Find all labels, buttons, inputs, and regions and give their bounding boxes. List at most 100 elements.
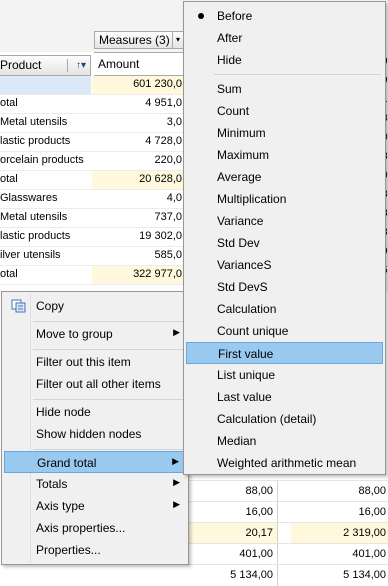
menu-label: Copy bbox=[36, 299, 65, 313]
row-value: 601 230,0 bbox=[133, 78, 182, 90]
submenu-item-median[interactable]: Median bbox=[186, 430, 383, 452]
submenu-label: Std DevS bbox=[217, 280, 268, 294]
row-label: orcelain products bbox=[0, 154, 84, 166]
submenu-item-multiplication[interactable]: Multiplication bbox=[186, 188, 383, 210]
table-row[interactable]: lastic products 4 728,0 bbox=[0, 133, 186, 152]
table-row[interactable]: 20,17 2 319,00 bbox=[185, 522, 388, 544]
submenu-item-weighted-arithmetic-mean[interactable]: Weighted arithmetic mean bbox=[186, 452, 383, 474]
menu-item-move-to-group[interactable]: Move to group ▶ bbox=[4, 323, 186, 345]
submenu-item-calculation-detail[interactable]: Calculation (detail) bbox=[186, 408, 383, 430]
table-row[interactable]: Metal utensils 3,0 bbox=[0, 114, 186, 133]
table-row[interactable]: 88,00 88,00 bbox=[185, 480, 388, 502]
submenu-arrow-icon: ▶ bbox=[172, 456, 179, 466]
submenu-item-std-devs[interactable]: Std DevS bbox=[186, 276, 383, 298]
menu-label: Axis type bbox=[36, 499, 85, 513]
table-row[interactable]: ilver utensils 585,0 bbox=[0, 247, 186, 266]
menu-item-axis-type[interactable]: Axis type ▶ bbox=[4, 495, 186, 517]
cell-value: 401,00 bbox=[185, 544, 278, 565]
row-value: 322 977,0 bbox=[133, 268, 182, 280]
row-value: 4 728,0 bbox=[145, 135, 182, 147]
submenu-label: Average bbox=[217, 170, 262, 184]
row-value: 20 628,0 bbox=[139, 173, 182, 185]
submenu-item-variances[interactable]: VarianceS bbox=[186, 254, 383, 276]
submenu-label: Before bbox=[217, 9, 253, 23]
submenu-arrow-icon: ▶ bbox=[173, 477, 180, 487]
product-header-label: Product bbox=[0, 58, 42, 72]
radio-bullet-icon bbox=[198, 13, 204, 19]
menu-item-filter-out-others[interactable]: Filter out all other items bbox=[4, 373, 186, 395]
submenu-item-first-value[interactable]: First value bbox=[186, 342, 383, 364]
row-value: 220,0 bbox=[154, 154, 182, 166]
submenu-label: Count bbox=[217, 104, 250, 118]
submenu-label: First value bbox=[218, 347, 274, 361]
menu-label: Hide node bbox=[36, 405, 91, 419]
table-row[interactable]: Metal utensils 737,0 bbox=[0, 209, 186, 228]
submenu-item-last-value[interactable]: Last value bbox=[186, 386, 383, 408]
amount-column-header[interactable]: Amount bbox=[94, 52, 186, 76]
table-row[interactable]: 401,00 401,00 bbox=[185, 543, 388, 565]
menu-label: Move to group bbox=[36, 327, 113, 341]
menu-separator bbox=[33, 399, 185, 400]
submenu-item-after[interactable]: After bbox=[186, 27, 383, 49]
row-label: ilver utensils bbox=[0, 249, 61, 261]
menu-separator bbox=[33, 321, 185, 322]
submenu-item-minimum[interactable]: Minimum bbox=[186, 122, 383, 144]
submenu-label: Last value bbox=[217, 390, 272, 404]
menu-item-filter-out-item[interactable]: Filter out this item bbox=[4, 351, 186, 373]
table-row[interactable]: Glasswares 4,0 bbox=[0, 190, 186, 209]
table-row[interactable]: lastic products 19 302,0 bbox=[0, 228, 186, 247]
submenu-item-calculation[interactable]: Calculation bbox=[186, 298, 383, 320]
submenu-label: Median bbox=[217, 434, 257, 448]
submenu-item-std-dev[interactable]: Std Dev bbox=[186, 232, 383, 254]
menu-item-properties[interactable]: Properties... bbox=[4, 539, 186, 561]
submenu-item-variance[interactable]: Variance bbox=[186, 210, 383, 232]
submenu-item-count-unique[interactable]: Count unique bbox=[186, 320, 383, 342]
submenu-item-list-unique[interactable]: List unique bbox=[186, 364, 383, 386]
menu-item-axis-properties[interactable]: Axis properties... bbox=[4, 517, 186, 539]
grand-total-submenu: Before After Hide Sum Count Minimum Maximum Ave… bbox=[183, 1, 386, 475]
submenu-label: List unique bbox=[217, 368, 276, 382]
row-value: 585,0 bbox=[154, 249, 182, 261]
row-label: otal bbox=[0, 173, 18, 185]
product-column-header[interactable]: Product ↑▾ bbox=[0, 55, 91, 76]
submenu-label: Calculation bbox=[217, 302, 277, 316]
submenu-item-sum[interactable]: Sum bbox=[186, 78, 383, 100]
submenu-item-count[interactable]: Count bbox=[186, 100, 383, 122]
menu-label: Filter out all other items bbox=[36, 377, 161, 391]
row-value: 4 951,0 bbox=[145, 97, 182, 109]
row-label: otal bbox=[0, 268, 18, 280]
measures-dropdown[interactable]: Measures (3) ▾ bbox=[94, 31, 186, 49]
menu-item-grand-total[interactable]: Grand total ▶ bbox=[4, 451, 186, 473]
menu-label: Axis properties... bbox=[36, 521, 126, 535]
submenu-label: Calculation (detail) bbox=[217, 412, 317, 426]
submenu-label: Minimum bbox=[217, 126, 266, 140]
menu-item-show-hidden-nodes[interactable]: Show hidden nodes bbox=[4, 423, 186, 445]
table-row[interactable]: otal 20 628,0 bbox=[0, 171, 186, 190]
table-row[interactable]: 601 230,0 bbox=[0, 76, 186, 95]
cell-value: 88,00 bbox=[185, 481, 278, 502]
submenu-item-average[interactable]: Average bbox=[186, 166, 383, 188]
copy-icon bbox=[11, 299, 26, 313]
table-row[interactable]: 5 134,00 5 134,00 bbox=[185, 564, 388, 586]
table-row[interactable]: otal 322 977,0 bbox=[0, 266, 186, 285]
submenu-label: Variance bbox=[217, 214, 264, 228]
submenu-item-hide[interactable]: Hide bbox=[186, 49, 383, 71]
menu-item-totals[interactable]: Totals ▶ bbox=[4, 473, 186, 495]
cell-value: 20,17 bbox=[185, 523, 278, 544]
menu-separator bbox=[33, 449, 185, 450]
table-row[interactable]: orcelain products 220,0 bbox=[0, 152, 186, 171]
table-row[interactable]: otal 4 951,0 bbox=[0, 95, 186, 114]
chevron-down-icon: ▾ bbox=[172, 32, 183, 48]
context-menu: Copy Move to group ▶ Filter out this ite… bbox=[1, 291, 189, 565]
cell-value: 16,00 bbox=[185, 502, 278, 523]
submenu-item-before[interactable]: Before bbox=[186, 5, 383, 27]
table-row[interactable]: 16,00 16,00 bbox=[185, 501, 388, 523]
sort-icon[interactable]: ↑▾ bbox=[76, 56, 86, 75]
menu-item-copy[interactable]: Copy bbox=[4, 295, 186, 317]
menu-item-hide-node[interactable]: Hide node bbox=[4, 401, 186, 423]
submenu-label: Sum bbox=[217, 82, 242, 96]
submenu-item-maximum[interactable]: Maximum bbox=[186, 144, 383, 166]
row-label: Metal utensils bbox=[0, 116, 68, 128]
row-value: 19 302,0 bbox=[139, 230, 182, 242]
row-label: lastic products bbox=[0, 135, 71, 147]
